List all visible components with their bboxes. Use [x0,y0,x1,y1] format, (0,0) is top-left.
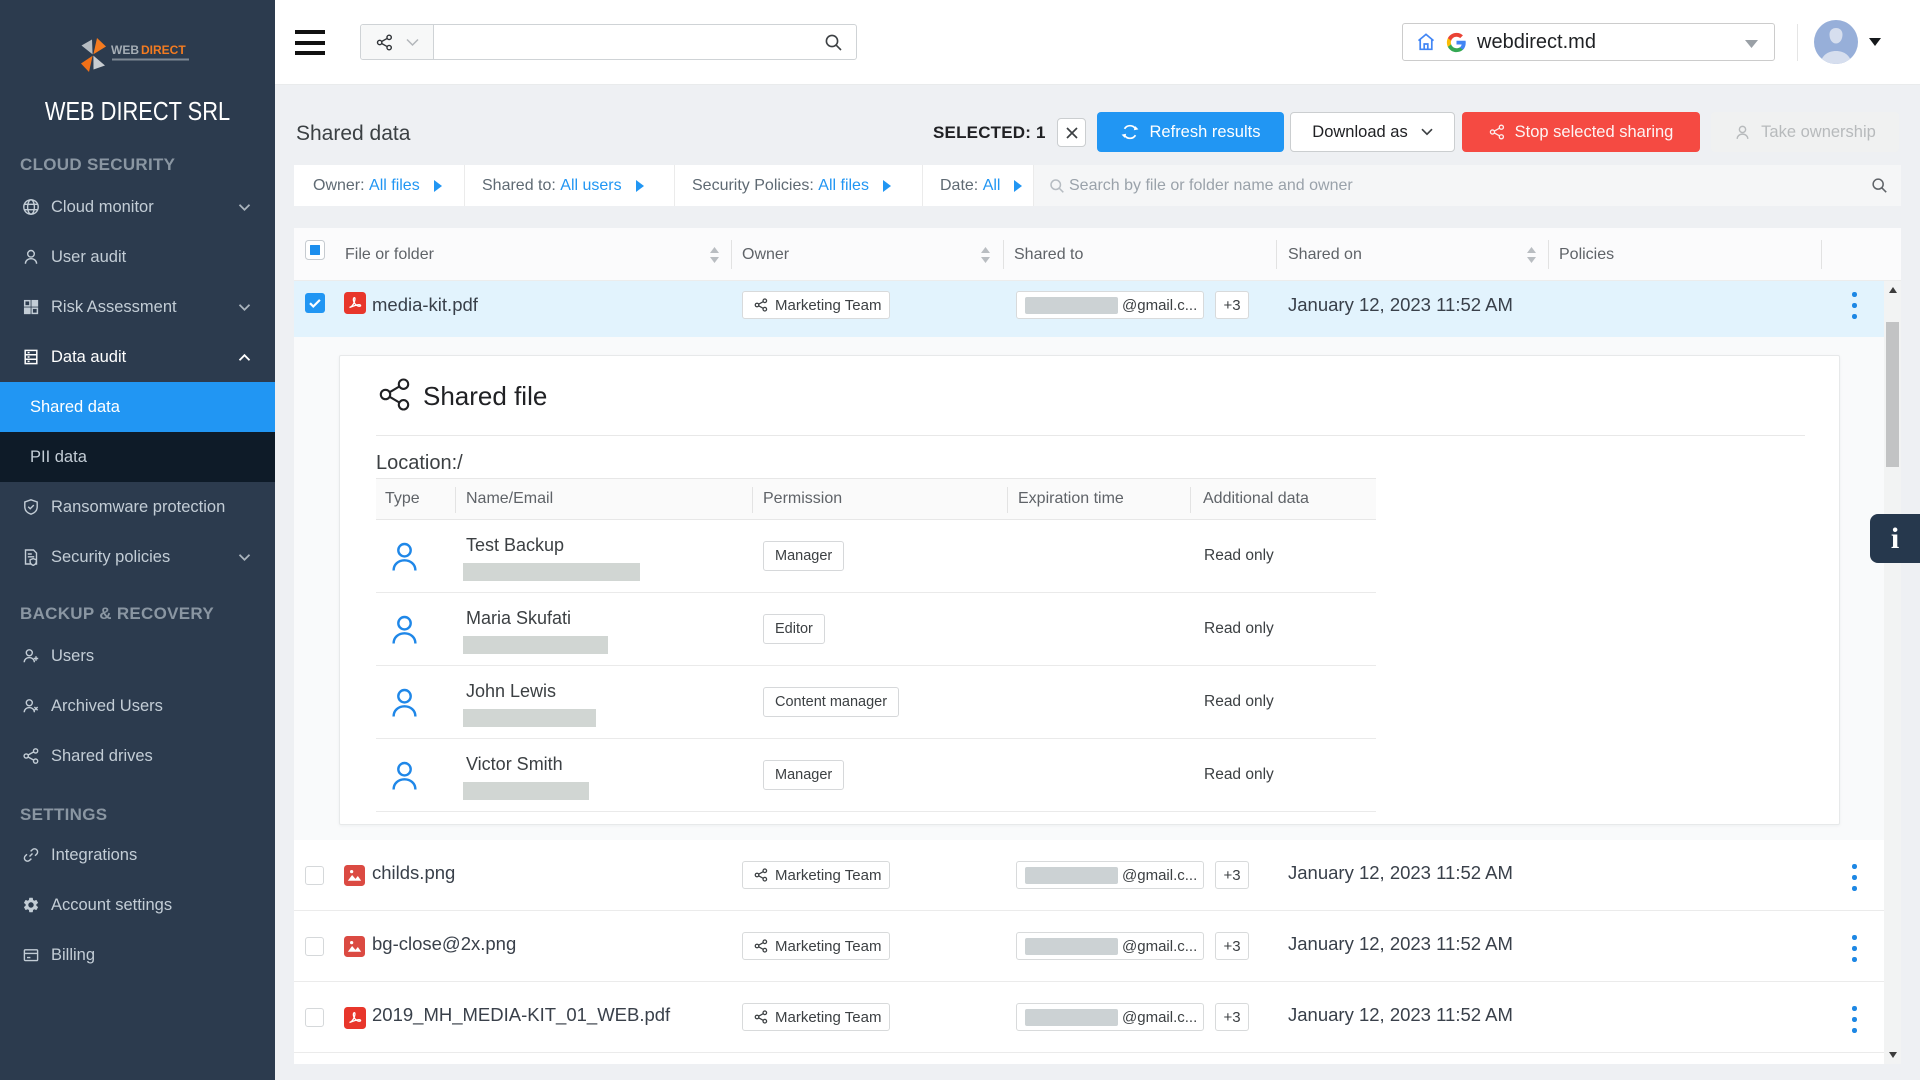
svg-text:DIRECT: DIRECT [141,43,186,57]
svg-text:WEB: WEB [111,43,139,57]
